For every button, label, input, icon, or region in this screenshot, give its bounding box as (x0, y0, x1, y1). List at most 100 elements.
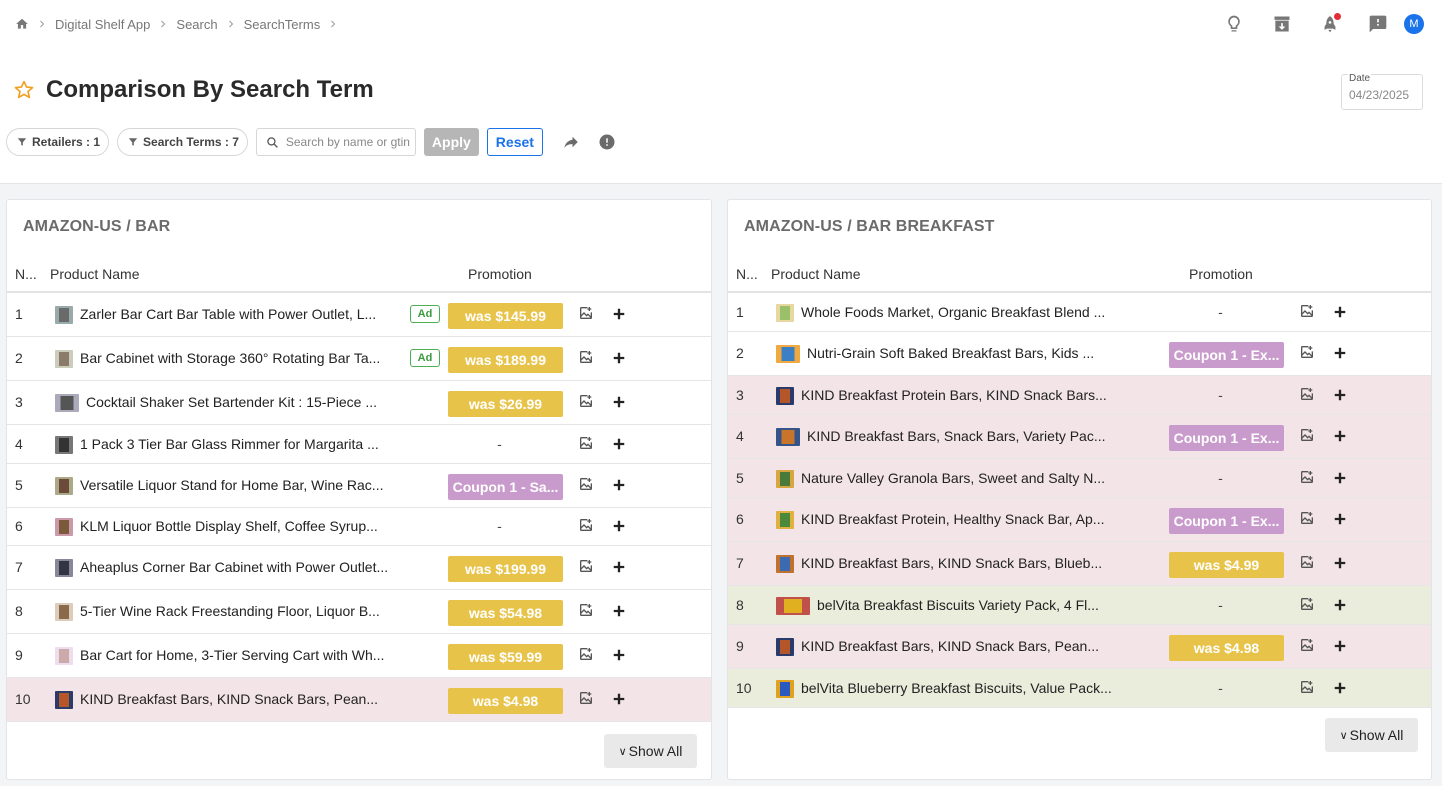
image-compare-icon[interactable] (578, 305, 594, 321)
price-promotion-badge[interactable]: was $145.99 (448, 303, 563, 329)
image-compare-icon[interactable] (578, 435, 594, 451)
table-row[interactable]: 8 5-Tier Wine Rack Freestanding Floor, Li… (7, 590, 711, 634)
product-name[interactable]: Versatile Liquor Stand for Home Bar, Win… (80, 477, 391, 493)
product-name[interactable]: Aheaplus Corner Bar Cabinet with Power O… (80, 559, 391, 575)
product-thumbnail[interactable] (54, 305, 74, 325)
add-icon[interactable] (612, 351, 626, 365)
price-promotion-badge[interactable]: was $4.98 (1169, 635, 1284, 661)
add-icon[interactable] (1333, 471, 1347, 485)
date-value[interactable]: 04/23/2025 (1349, 88, 1409, 102)
image-compare-icon[interactable] (1299, 596, 1315, 612)
image-compare-icon[interactable] (578, 602, 594, 618)
add-icon[interactable] (1333, 512, 1347, 526)
price-promotion-badge[interactable]: was $59.99 (448, 644, 563, 670)
image-compare-icon[interactable] (578, 646, 594, 662)
image-compare-icon[interactable] (1299, 344, 1315, 360)
image-compare-icon[interactable] (1299, 469, 1315, 485)
product-name[interactable]: Zarler Bar Cart Bar Table with Power Out… (80, 306, 391, 322)
add-icon[interactable] (1333, 556, 1347, 570)
archive-download-icon[interactable] (1258, 11, 1306, 37)
product-name[interactable]: Bar Cart for Home, 3-Tier Serving Cart w… (80, 647, 391, 663)
product-name[interactable]: 5-Tier Wine Rack Freestanding Floor, Liq… (80, 603, 391, 619)
add-icon[interactable] (1333, 388, 1347, 402)
product-name[interactable]: KLM Liquor Bottle Display Shelf, Coffee … (80, 518, 391, 534)
product-thumbnail[interactable] (775, 344, 801, 364)
table-row[interactable]: 9 KIND Breakfast Bars, KIND Snack Bars, P… (728, 625, 1431, 669)
feedback-icon[interactable] (1354, 11, 1402, 37)
product-thumbnail[interactable] (54, 690, 74, 710)
table-row[interactable]: 4 1 Pack 3 Tier Bar Glass Rimmer for Marg… (7, 425, 711, 464)
add-icon[interactable] (1333, 346, 1347, 360)
image-compare-icon[interactable] (1299, 427, 1315, 443)
date-picker[interactable]: Date 04/23/2025 (1341, 73, 1423, 110)
product-name[interactable]: Nutri-Grain Soft Baked Breakfast Bars, K… (807, 345, 1112, 361)
image-compare-icon[interactable] (578, 476, 594, 492)
image-compare-icon[interactable] (1299, 554, 1315, 570)
table-row[interactable]: 8 belVita Breakfast Biscuits Variety Pack… (728, 586, 1431, 625)
image-compare-icon[interactable] (1299, 679, 1315, 695)
column-header-promotion[interactable]: Promotion (468, 266, 532, 282)
table-row[interactable]: 10 belVita Blueberry Breakfast Biscuits, … (728, 669, 1431, 708)
column-header-product-name[interactable]: Product Name (50, 266, 139, 282)
column-header-product-name[interactable]: Product Name (771, 266, 860, 282)
product-thumbnail[interactable] (775, 386, 795, 406)
coupon-promotion-badge[interactable]: Coupon 1 - Ex... (1169, 508, 1284, 534)
product-thumbnail[interactable] (54, 349, 74, 369)
share-icon[interactable] (562, 133, 580, 151)
table-row[interactable]: 5 Versatile Liquor Stand for Home Bar, Wi… (7, 464, 711, 508)
coupon-promotion-badge[interactable]: Coupon 1 - Ex... (1169, 342, 1284, 368)
product-name[interactable]: belVita Breakfast Biscuits Variety Pack,… (817, 597, 1112, 613)
home-icon[interactable] (15, 17, 29, 31)
add-icon[interactable] (612, 519, 626, 533)
table-row[interactable]: 10 KIND Breakfast Bars, KIND Snack Bars, … (7, 678, 711, 722)
lightbulb-icon[interactable] (1210, 11, 1258, 37)
image-compare-icon[interactable] (1299, 303, 1315, 319)
product-name[interactable]: KIND Breakfast Bars, KIND Snack Bars, Pe… (801, 638, 1112, 654)
avatar[interactable]: M (1404, 14, 1424, 34)
image-compare-icon[interactable] (578, 349, 594, 365)
product-thumbnail[interactable] (54, 646, 74, 666)
product-name[interactable]: KIND Breakfast Protein, Healthy Snack Ba… (801, 511, 1112, 527)
add-icon[interactable] (612, 692, 626, 706)
product-thumbnail[interactable] (54, 393, 80, 413)
add-icon[interactable] (612, 478, 626, 492)
add-icon[interactable] (1333, 681, 1347, 695)
rocket-icon[interactable] (1306, 11, 1354, 37)
product-name[interactable]: Bar Cabinet with Storage 360° Rotating B… (80, 350, 391, 366)
product-thumbnail[interactable] (54, 602, 74, 622)
coupon-promotion-badge[interactable]: Coupon 1 - Sa... (448, 474, 563, 500)
image-compare-icon[interactable] (1299, 386, 1315, 402)
product-thumbnail[interactable] (775, 554, 795, 574)
product-thumbnail[interactable] (54, 476, 74, 496)
coupon-promotion-badge[interactable]: Coupon 1 - Ex... (1169, 425, 1284, 451)
image-compare-icon[interactable] (578, 517, 594, 533)
price-promotion-badge[interactable]: was $4.98 (448, 688, 563, 714)
add-icon[interactable] (1333, 429, 1347, 443)
product-thumbnail[interactable] (54, 517, 74, 537)
product-name[interactable]: Nature Valley Granola Bars, Sweet and Sa… (801, 470, 1112, 486)
product-thumbnail[interactable] (775, 637, 795, 657)
product-name[interactable]: 1 Pack 3 Tier Bar Glass Rimmer for Marga… (80, 436, 391, 452)
product-name[interactable]: belVita Blueberry Breakfast Biscuits, Va… (801, 680, 1112, 696)
add-icon[interactable] (1333, 598, 1347, 612)
table-row[interactable]: 1 Whole Foods Market, Organic Breakfast B… (728, 293, 1431, 332)
add-icon[interactable] (612, 560, 626, 574)
breadcrumb-item-search[interactable]: Search (176, 17, 217, 32)
table-row[interactable]: 1 Zarler Bar Cart Bar Table with Power Ou… (7, 293, 711, 337)
image-compare-icon[interactable] (578, 393, 594, 409)
add-icon[interactable] (612, 437, 626, 451)
column-header-number[interactable]: N... (15, 266, 37, 282)
product-thumbnail[interactable] (54, 435, 74, 455)
add-icon[interactable] (1333, 305, 1347, 319)
table-row[interactable]: 2 Bar Cabinet with Storage 360° Rotating … (7, 337, 711, 381)
image-compare-icon[interactable] (578, 690, 594, 706)
product-thumbnail[interactable] (775, 679, 795, 699)
add-icon[interactable] (612, 648, 626, 662)
table-row[interactable]: 7 Aheaplus Corner Bar Cabinet with Power … (7, 546, 711, 590)
image-compare-icon[interactable] (578, 558, 594, 574)
add-icon[interactable] (1333, 639, 1347, 653)
price-promotion-badge[interactable]: was $189.99 (448, 347, 563, 373)
search-input[interactable] (285, 135, 410, 149)
add-icon[interactable] (612, 604, 626, 618)
image-compare-icon[interactable] (1299, 637, 1315, 653)
